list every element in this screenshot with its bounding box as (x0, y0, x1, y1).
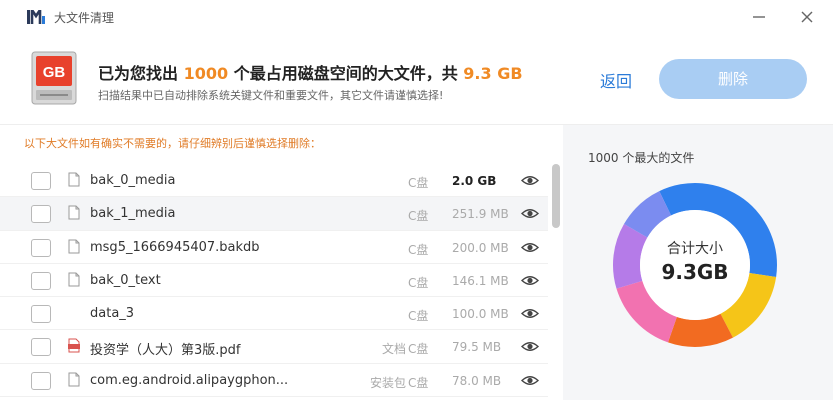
file-row[interactable]: data_3 C盘 100.0 MB (0, 297, 548, 331)
file-drive: C盘 (408, 242, 429, 257)
header: GB 已为您找出 1000 个最占用磁盘空间的大文件，共 9.3 GB 扫描结果… (0, 34, 833, 124)
file-icon (68, 205, 80, 220)
file-drive: C盘 (408, 209, 429, 224)
file-icon (68, 239, 80, 254)
summary-title: 1000 个最大的文件 (588, 151, 695, 165)
file-row[interactable]: msg5_1666945407.bakdb C盘 200.0 MB (0, 231, 548, 264)
file-row[interactable]: bak_0_media C盘 2.0 GB (0, 164, 548, 198)
file-row[interactable]: bak_0_text C盘 146.1 MB (0, 264, 548, 298)
title-bar: 大文件清理 (0, 0, 833, 34)
file-name: bak_0_text (90, 272, 161, 288)
summary-pane: 1000 个最大的文件 合计大小 9.3GB (563, 125, 833, 400)
file-size: 200.0 MB (452, 240, 509, 255)
file-type: 安装包 (369, 375, 406, 390)
file-checkbox[interactable] (31, 238, 51, 257)
headline-prefix: 已为您找出 (98, 64, 179, 83)
file-size: 79.5 MB (452, 340, 502, 355)
subline: 扫描结果中已自动排除系统关键文件和重要文件，其它文件请谨慎选择! (98, 89, 444, 102)
file-size: 78.0 MB (452, 373, 502, 388)
app-title: 大文件清理 (54, 11, 115, 25)
file-name: 投资学（人大）第3版.pdf (90, 343, 241, 359)
file-checkbox[interactable] (31, 371, 51, 390)
file-checkbox[interactable] (31, 271, 51, 290)
file-drive: C盘 (408, 342, 429, 357)
file-drive: C盘 (408, 275, 429, 290)
file-list-pane: 以下大文件如有确实不需要的，请仔细辨别后谨慎选择删除： bak_0_media C… (0, 125, 563, 400)
file-size: 2.0 GB (452, 174, 497, 188)
scrollbar-thumb[interactable] (552, 164, 560, 228)
preview-eye-icon[interactable] (521, 174, 539, 187)
file-icon (68, 372, 80, 387)
file-name: com.eg.android.alipaygphon... (90, 372, 289, 388)
file-name: bak_1_media (90, 206, 176, 222)
file-drive: C盘 (408, 176, 429, 190)
disk-gb-icon: GB (31, 51, 77, 105)
file-name: msg5_1666945407.bakdb (90, 239, 260, 255)
close-icon[interactable] (796, 6, 818, 28)
file-list: bak_0_media C盘 2.0 GB bak_1_media C盘 251.9 MB… (0, 164, 548, 398)
file-name: bak_0_media (90, 173, 176, 188)
file-checkbox[interactable] (31, 305, 51, 324)
preview-eye-icon[interactable] (521, 374, 539, 387)
headline-total: 9.3 GB (463, 64, 523, 83)
file-icon (68, 172, 80, 187)
headline: 已为您找出 1000 个最占用磁盘空间的大文件，共 9.3 GB (98, 60, 523, 84)
preview-eye-icon[interactable] (521, 307, 539, 320)
gb-icon-text: GB (43, 64, 66, 81)
list-note: 以下大文件如有确实不需要的，请仔细辨别后谨慎选择删除： (24, 137, 321, 150)
file-type: 文档 (381, 342, 406, 357)
file-size: 100.0 MB (452, 307, 509, 322)
preview-eye-icon[interactable] (521, 241, 539, 254)
headline-count: 1000 (183, 64, 229, 83)
preview-eye-icon[interactable] (521, 340, 539, 353)
preview-eye-icon[interactable] (521, 207, 539, 220)
file-icon (68, 272, 80, 287)
back-button[interactable]: 返回 (600, 68, 632, 92)
delete-button[interactable]: 删除 (659, 59, 807, 99)
file-checkbox[interactable] (31, 172, 51, 190)
pdf-icon (68, 338, 80, 353)
preview-eye-icon[interactable] (521, 274, 539, 287)
donut-center-value: 9.3GB (661, 260, 729, 284)
file-name: data_3 (90, 306, 135, 322)
file-size: 146.1 MB (452, 273, 509, 288)
app-logo-icon (27, 10, 45, 24)
file-size: 251.9 MB (452, 207, 509, 222)
file-row[interactable]: com.eg.android.alipaygphon... 安装包 C盘 78.0 M… (0, 364, 548, 398)
file-drive: C盘 (408, 309, 429, 324)
file-checkbox[interactable] (31, 338, 51, 357)
file-row[interactable]: 投资学（人大）第3版.pdf 文档 C盘 79.5 MB (0, 330, 548, 364)
file-row[interactable]: bak_1_media C盘 251.9 MB (0, 197, 548, 231)
minimize-icon[interactable] (748, 6, 770, 28)
headline-middle: 个最占用磁盘空间的大文件，共 (233, 64, 458, 83)
file-drive: C盘 (408, 375, 429, 390)
file-checkbox[interactable] (31, 205, 51, 224)
donut-center-label: 合计大小 (667, 241, 723, 257)
